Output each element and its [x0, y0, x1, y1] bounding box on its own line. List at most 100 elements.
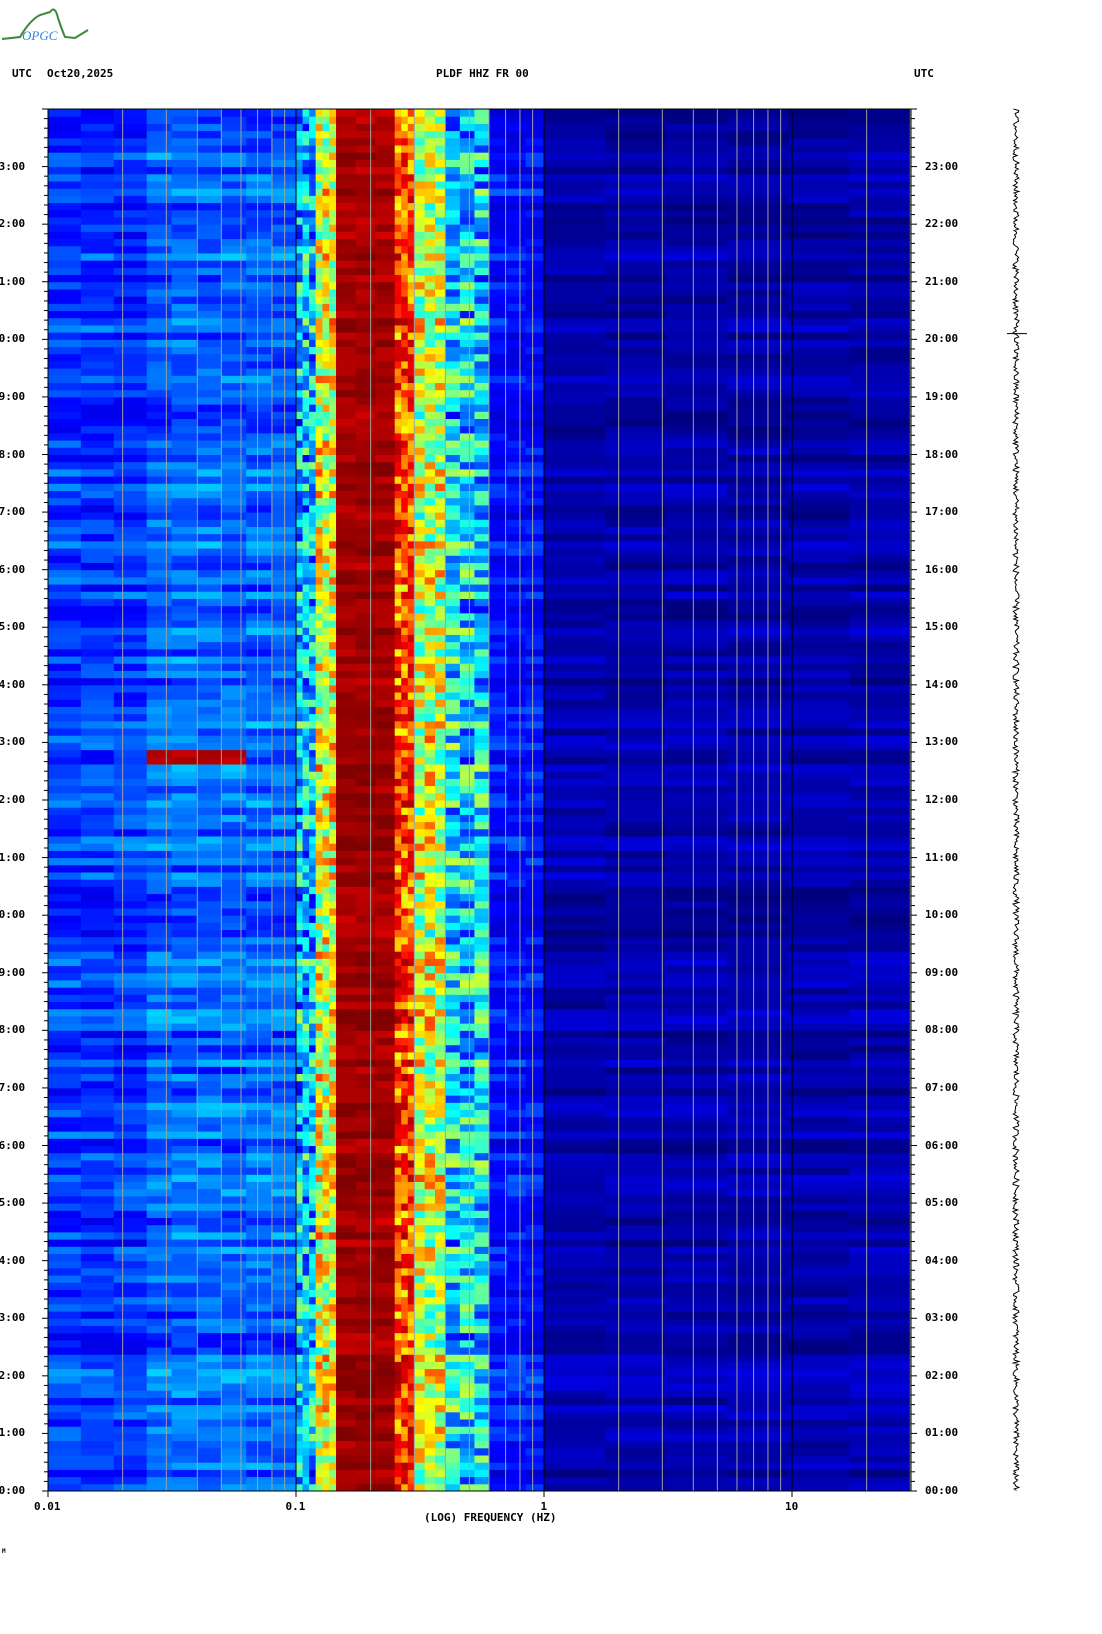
spectrogram-cell [221, 1023, 247, 1031]
spectrogram-cell [196, 871, 222, 880]
spectrogram-cell [474, 951, 490, 959]
spectrogram-cell [414, 1289, 426, 1298]
spectrogram-cell [407, 1289, 415, 1298]
spectrogram-cell [329, 1030, 337, 1039]
spectrogram-cell [329, 987, 337, 995]
spectrogram-cell [434, 951, 446, 959]
spectrogram-cell [507, 749, 527, 758]
spectrogram-cell [666, 512, 728, 520]
spectrogram-cell [727, 1066, 789, 1075]
spectrogram-cell [221, 879, 247, 887]
spectrogram-cell [401, 1368, 409, 1377]
spectrogram-cell [48, 1447, 82, 1456]
spectrogram-cell [196, 627, 222, 635]
spectrogram-cell [434, 1397, 446, 1406]
spectrogram-cell [113, 1289, 148, 1298]
spectrogram-cell [302, 1383, 310, 1391]
spectrogram-cell [666, 764, 728, 772]
spectrogram-cell [375, 1138, 396, 1146]
spectrogram-cell [48, 663, 82, 671]
spectrogram-cell [271, 1267, 297, 1276]
spectrogram-cell [322, 1419, 330, 1427]
spectrogram-cell [48, 1195, 82, 1204]
spectrogram-cell [414, 1260, 426, 1269]
spectrogram-cell [424, 1087, 436, 1096]
spectrogram-cell [434, 684, 446, 693]
spectrogram-cell [544, 627, 606, 635]
spectrogram-cell [296, 576, 304, 585]
spectrogram-cell [146, 1260, 173, 1269]
spectrogram-cell [246, 1195, 272, 1204]
spectrogram-cell [113, 519, 148, 527]
spectrogram-cell [221, 987, 247, 995]
spectrogram-cell [434, 1188, 446, 1197]
spectrogram-cell [113, 605, 148, 614]
spectrogram-cell [401, 1037, 409, 1046]
spectrogram-cell [113, 728, 148, 736]
spectrogram-cell [525, 778, 545, 787]
spectrogram-cell [80, 1375, 115, 1384]
spectrogram-cell [355, 857, 376, 866]
spectrogram-cell [525, 1008, 545, 1017]
spectrogram-cell [171, 591, 197, 599]
spectrogram-cell [48, 742, 82, 751]
spectrogram-cell [221, 1051, 247, 1060]
spectrogram-cell [375, 886, 396, 895]
spectrogram-cell [424, 886, 436, 895]
spectrogram-cell [407, 490, 415, 499]
spectrogram-cell [666, 850, 728, 859]
spectrogram-cell [488, 1145, 508, 1154]
spectrogram-cell [434, 965, 446, 974]
spectrogram-cell [113, 929, 148, 938]
spectrogram-cell [474, 706, 490, 715]
spectrogram-cell [445, 1462, 461, 1470]
spectrogram-cell [788, 699, 850, 707]
spectrogram-cell [271, 1275, 297, 1283]
spectrogram-cell [459, 692, 475, 700]
spectrogram-cell [146, 764, 173, 772]
spectrogram-cell [48, 1181, 82, 1190]
spectrogram-cell [788, 1195, 850, 1204]
spectrogram-cell [414, 1210, 426, 1218]
spectrogram-cell [849, 663, 911, 671]
spectrogram-cell [414, 1383, 426, 1391]
spectrogram-cell [48, 965, 82, 974]
spectrogram-cell [302, 1123, 310, 1132]
spectrogram-cell [271, 1289, 297, 1298]
spectrogram-cell [525, 972, 545, 981]
spectrogram-cell [171, 800, 197, 808]
spectrogram-cell [355, 1159, 376, 1168]
spectrogram-cell [80, 879, 115, 887]
spectrogram-cell [849, 835, 911, 844]
spectrogram-cell [315, 677, 323, 686]
spectrogram-cell [171, 634, 197, 643]
spectrogram-cell [271, 1447, 297, 1456]
spectrogram-cell [474, 850, 490, 859]
spectrogram-cell [355, 1339, 376, 1348]
spectrogram-cell [488, 1419, 508, 1427]
spectrogram-cell [309, 1116, 317, 1125]
spectrogram-cell [525, 1253, 545, 1262]
spectrogram-cell [322, 814, 330, 823]
spectrogram-cell [407, 936, 415, 945]
spectrogram-cell [302, 958, 310, 967]
spectrogram-cell [401, 1102, 409, 1111]
spectrogram-cell [414, 576, 426, 585]
spectrogram-cell [80, 807, 115, 815]
spectrogram-cell [605, 576, 667, 585]
spectrogram-cell [414, 987, 426, 995]
spectrogram-cell [146, 1102, 173, 1111]
spectrogram-cell [788, 1023, 850, 1031]
spectrogram-cell [336, 720, 357, 729]
spectrogram-cell [474, 828, 490, 837]
spectrogram-cell [296, 663, 304, 671]
spectrogram-cell [525, 1426, 545, 1434]
spectrogram-cell [171, 987, 197, 995]
spectrogram-cell [605, 886, 667, 895]
spectrogram-cell [336, 1059, 357, 1067]
spectrogram-cell [666, 692, 728, 700]
spectrogram-cell [322, 1368, 330, 1377]
spectrogram-cell [302, 1023, 310, 1031]
spectrogram-cell [394, 569, 402, 578]
spectrogram-cell [474, 1015, 490, 1024]
